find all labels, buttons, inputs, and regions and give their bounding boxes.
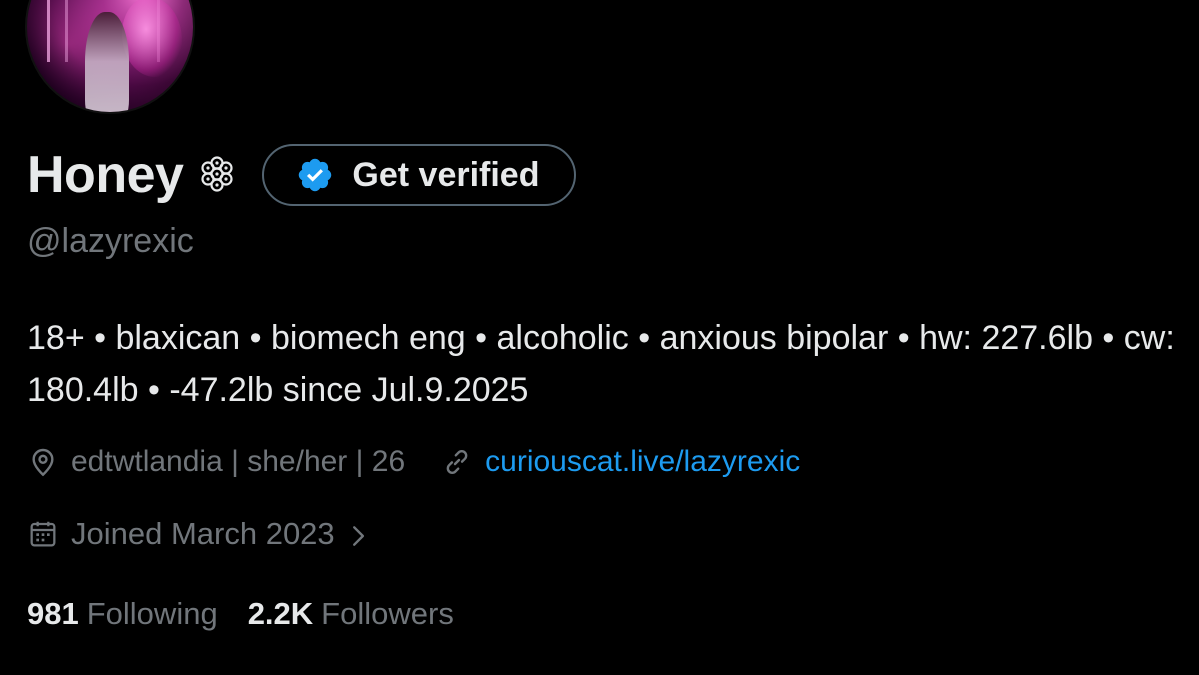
profile-handle: @lazyrexic [27,222,194,260]
joined-date: Joined March 2023 [71,516,335,551]
profile-website-group[interactable]: curiouscat.live/lazyrexic [441,445,800,479]
following-stat[interactable]: 981 Following [27,596,218,632]
location-pin-icon [27,446,59,478]
flower-icon [197,155,237,195]
joined-row[interactable]: Joined March 2023 [27,512,371,556]
get-verified-label: Get verified [352,155,540,194]
avatar[interactable] [25,0,195,114]
name-row: Honey Get verified [27,142,576,208]
get-verified-button[interactable]: Get verified [262,144,576,206]
chevron-right-icon [345,521,371,547]
calendar-icon [27,518,59,550]
profile-website-link[interactable]: curiouscat.live/lazyrexic [485,445,800,479]
profile-meta-row: edtwtlandia | she/her | 26 curiouscat.li… [27,440,800,484]
profile-bio: 18+ • blaxican • biomech eng • alcoholic… [27,319,1175,409]
follow-stats-row: 981 Following 2.2K Followers [27,592,454,636]
profile-location: edtwtlandia | she/her | 26 [71,445,406,478]
display-name: Honey [27,146,184,204]
following-label: Following [86,596,218,631]
avatar-figure [85,12,129,112]
followers-count: 2.2K [247,596,314,631]
followers-stat[interactable]: 2.2K Followers [248,596,454,632]
link-icon [441,446,473,478]
avatar-light-streak [47,0,50,62]
verified-badge-icon [296,156,334,194]
following-count: 981 [27,596,79,631]
followers-label: Followers [321,596,454,631]
avatar-light-streak [65,0,68,62]
profile-page: Honey Get verified @lazyrexic 18+ • blax… [0,0,1199,675]
avatar-wing [122,0,182,77]
